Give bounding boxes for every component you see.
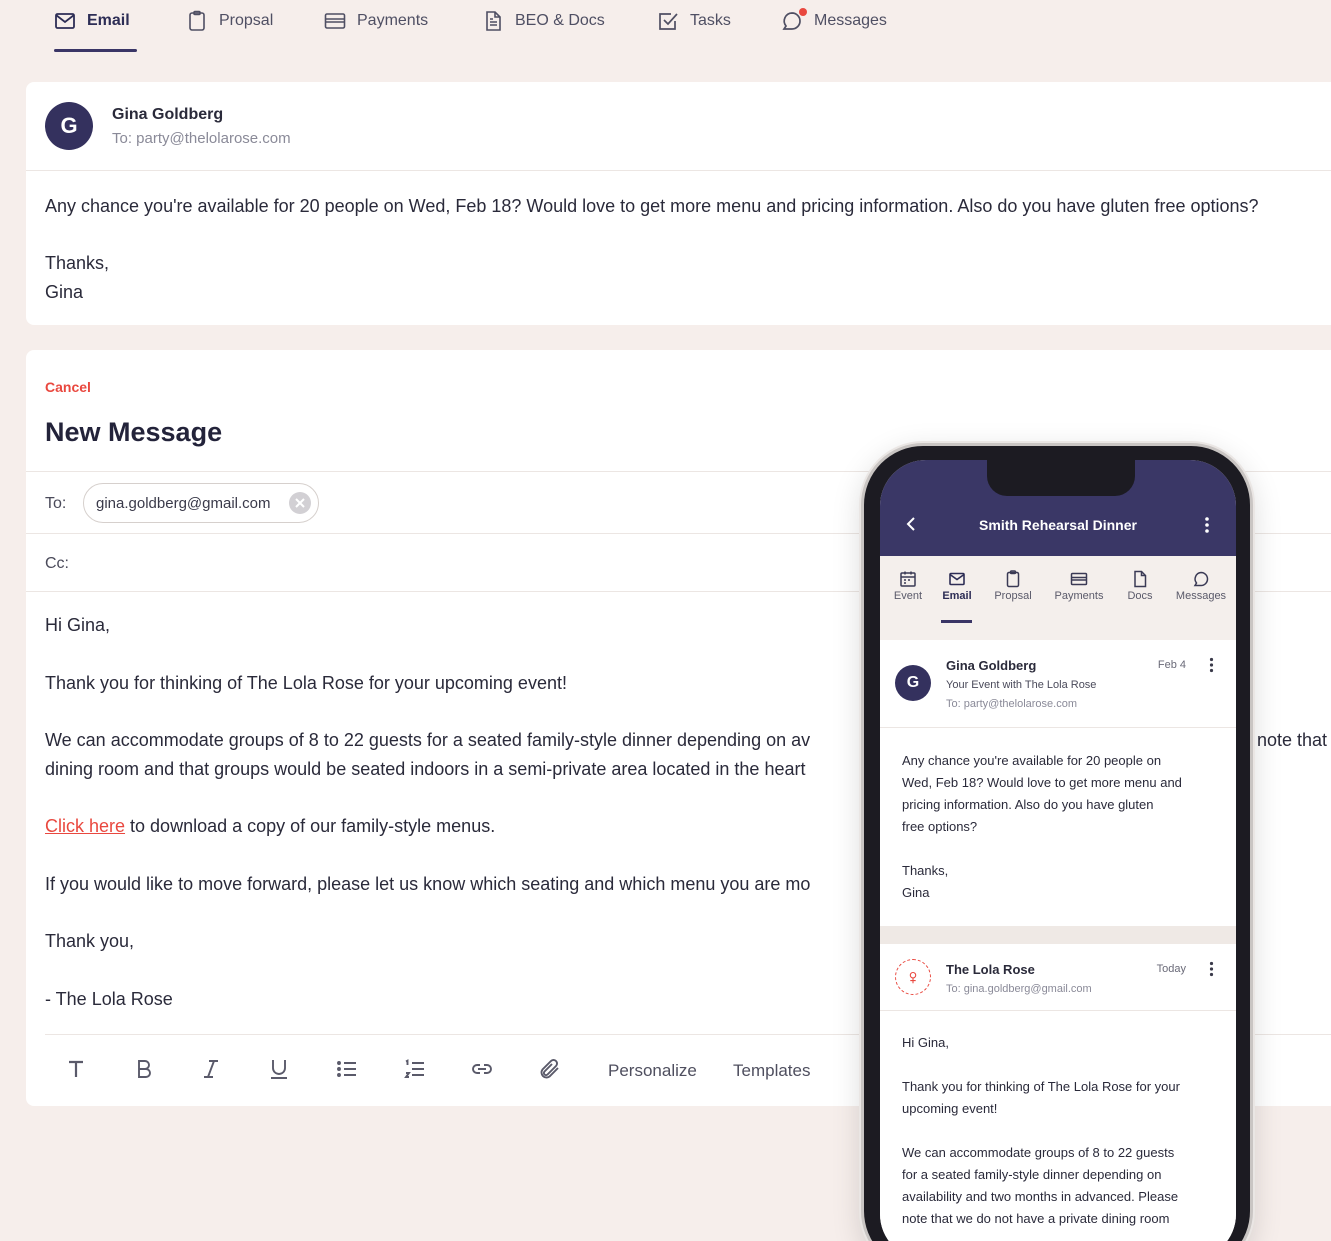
body-line: We can accommodate groups of 8 to 22 gue… xyxy=(45,730,811,750)
phone-screen: Smith Rehearsal Dinner Event Email Props… xyxy=(880,460,1236,1241)
attach-button[interactable] xyxy=(535,1054,565,1084)
body-line: Click here to download a copy of our fam… xyxy=(45,816,496,836)
tab-propsal[interactable]: Propsal xyxy=(186,6,273,36)
checkbox-icon xyxy=(657,10,679,32)
phone-tab-payments[interactable]: Payments xyxy=(1049,570,1109,602)
sender-name: Gina Goldberg xyxy=(112,106,224,123)
numbered-list-button[interactable] xyxy=(400,1054,430,1084)
phone-tab-propsal[interactable]: Propsal xyxy=(983,570,1043,602)
personalize-button[interactable]: Personalize xyxy=(608,1061,697,1081)
tab-tasks[interactable]: Tasks xyxy=(657,6,731,36)
body-line: If you would like to move forward, pleas… xyxy=(45,874,811,894)
phone-sender-name: Gina Goldberg xyxy=(946,658,1037,673)
kebab-menu-icon[interactable] xyxy=(1209,657,1214,673)
download-menu-link[interactable]: Click here xyxy=(45,816,125,836)
phone-tab-email[interactable]: Email xyxy=(927,570,987,602)
phone-tab-bar: Event Email Propsal Payments Docs Messag… xyxy=(880,556,1236,640)
recipient-chip-label: gina.goldberg@gmail.com xyxy=(96,494,271,512)
phone-active-tab-indicator xyxy=(941,620,972,623)
email-signoff: Gina xyxy=(45,282,84,302)
link-icon xyxy=(470,1057,494,1081)
phone-email-date: Today xyxy=(1156,963,1186,975)
phone-email-to: To: gina.goldberg@gmail.com xyxy=(946,983,1092,995)
text-size-icon xyxy=(64,1057,88,1081)
phone-email-card[interactable]: G Gina Goldberg Feb 4 Your Event with Th… xyxy=(880,640,1236,926)
cancel-button[interactable]: Cancel xyxy=(45,379,91,395)
bullet-list-button[interactable] xyxy=(332,1054,362,1084)
tab-email[interactable]: Email xyxy=(54,6,130,36)
kebab-menu-icon[interactable] xyxy=(1204,516,1210,534)
text-style-button[interactable] xyxy=(61,1054,91,1084)
to-label: To: xyxy=(45,495,67,512)
underline-icon xyxy=(267,1057,291,1081)
insert-link-button[interactable] xyxy=(467,1054,497,1084)
email-body-line: Any chance you're available for 20 peopl… xyxy=(45,196,1259,216)
email-thanks: Thanks, xyxy=(45,253,110,273)
numbered-list-icon xyxy=(403,1057,427,1081)
avatar: G xyxy=(45,102,93,150)
divider xyxy=(880,727,1236,728)
templates-button[interactable]: Templates xyxy=(733,1061,810,1081)
phone-tab-messages[interactable]: Messages xyxy=(1171,570,1231,602)
phone-email-date: Feb 4 xyxy=(1157,659,1186,671)
clipboard-icon xyxy=(186,10,208,32)
body-closing: Thank you, xyxy=(45,931,135,951)
divider xyxy=(880,1010,1236,1011)
phone-mockup: Smith Rehearsal Dinner Event Email Props… xyxy=(861,443,1253,1241)
recipient-line: To: party@thelolarose.com xyxy=(112,130,291,147)
document-icon xyxy=(1131,570,1149,588)
body-line: Thank you for thinking of The Lola Rose … xyxy=(45,673,567,693)
italic-button[interactable] xyxy=(196,1054,226,1084)
bold-button[interactable] xyxy=(129,1054,159,1084)
phone-sender-name: The Lola Rose xyxy=(946,962,1035,977)
document-icon xyxy=(482,10,504,32)
italic-icon xyxy=(199,1057,223,1081)
divider xyxy=(26,170,1331,171)
calendar-icon xyxy=(899,570,917,588)
kebab-menu-icon[interactable] xyxy=(1209,961,1214,977)
phone-email-subject: Your Event with The Lola Rose xyxy=(946,679,1097,691)
recipient-chip[interactable]: gina.goldberg@gmail.com xyxy=(83,483,319,523)
avatar: G xyxy=(895,665,931,701)
mail-icon xyxy=(54,10,76,32)
received-email-card: G Gina Goldberg To: party@thelolarose.co… xyxy=(26,82,1331,325)
card-icon xyxy=(1070,570,1088,588)
phone-email-body: Any chance you're available for 20 peopl… xyxy=(902,753,1182,900)
phone-email-to: To: party@thelolarose.com xyxy=(946,698,1078,710)
notification-dot xyxy=(799,8,807,16)
top-tab-bar: Email Propsal Payments BEO & Docs Tasks … xyxy=(0,0,1331,60)
chat-icon xyxy=(781,8,807,32)
card-icon xyxy=(324,10,346,32)
mail-icon xyxy=(948,570,966,588)
underline-button[interactable] xyxy=(264,1054,294,1084)
body-greeting: Hi Gina, xyxy=(45,615,111,635)
body-line-tail: note that xyxy=(1257,730,1328,750)
phone-notch xyxy=(987,460,1135,496)
bold-icon xyxy=(132,1057,156,1081)
phone-email-card[interactable]: The Lola Rose Today To: gina.goldberg@gm… xyxy=(880,944,1236,1241)
phone-tab-docs[interactable]: Docs xyxy=(1110,570,1170,602)
tab-payments[interactable]: Payments xyxy=(324,6,428,36)
phone-email-body: Hi Gina, Thank you for thinking of The L… xyxy=(902,1035,1180,1226)
chat-icon xyxy=(1192,570,1210,588)
remove-recipient-icon[interactable] xyxy=(289,492,311,514)
phone-header-title: Smith Rehearsal Dinner xyxy=(979,517,1137,533)
clipboard-icon xyxy=(1004,570,1022,588)
body-signature: - The Lola Rose xyxy=(45,989,173,1009)
paperclip-icon xyxy=(538,1057,562,1081)
active-tab-indicator xyxy=(54,49,137,52)
tab-messages[interactable]: Messages xyxy=(781,6,887,36)
restaurant-logo-icon xyxy=(895,959,931,995)
body-line: dining room and that groups would be sea… xyxy=(45,759,806,779)
compose-title: New Message xyxy=(45,417,223,447)
cc-label: Cc: xyxy=(45,555,69,572)
tab-beo-docs[interactable]: BEO & Docs xyxy=(482,6,605,36)
bullet-list-icon xyxy=(335,1057,359,1081)
